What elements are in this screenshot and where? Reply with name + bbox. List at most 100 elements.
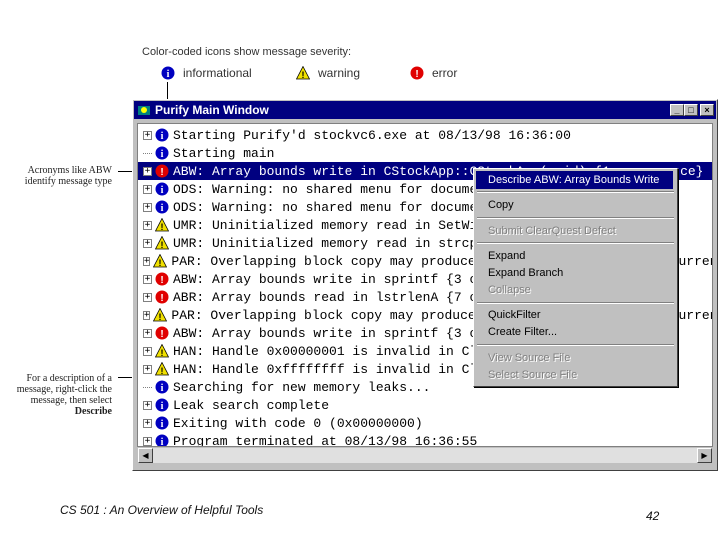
error-icon: ! bbox=[155, 164, 169, 178]
scroll-left-button[interactable]: ◀ bbox=[138, 448, 153, 463]
menu-expand-branch-item[interactable]: Expand Branch bbox=[488, 267, 563, 279]
info-icon: i bbox=[161, 66, 175, 80]
legend-error: ! error bbox=[410, 66, 457, 80]
footer-course-title: CS 501 : An Overview of Helpful Tools bbox=[60, 503, 264, 517]
svg-text:i: i bbox=[161, 203, 164, 214]
message-row[interactable]: i Starting main bbox=[138, 144, 712, 162]
svg-text:!: ! bbox=[160, 293, 163, 304]
expand-toggle[interactable]: + bbox=[143, 220, 152, 230]
message-text: Searching for new memory leaks... bbox=[173, 379, 431, 395]
message-row[interactable]: + i Program terminated at 08/13/98 16:36:5… bbox=[138, 432, 712, 447]
menu-collapse-item: Collapse bbox=[488, 284, 531, 296]
expand-toggle[interactable]: + bbox=[143, 166, 152, 176]
menu-separator bbox=[477, 242, 674, 244]
acronyms-note: Acronyms like ABW identify message type bbox=[0, 165, 112, 187]
expand-toggle[interactable]: + bbox=[143, 238, 152, 248]
svg-text:i: i bbox=[161, 437, 164, 447]
expand-toggle[interactable]: + bbox=[143, 418, 152, 428]
note-line: Describe bbox=[74, 406, 112, 417]
window-title: Purify Main Window bbox=[155, 103, 269, 117]
window-titlebar[interactable]: Purify Main Window _ □ × bbox=[134, 101, 716, 119]
svg-text:!: ! bbox=[160, 275, 163, 286]
error-icon: ! bbox=[410, 66, 424, 80]
scroll-right-button[interactable]: ▶ bbox=[697, 448, 712, 463]
svg-text:!: ! bbox=[415, 69, 418, 80]
svg-text:!: ! bbox=[160, 167, 163, 178]
legend-informational: i informational bbox=[161, 66, 252, 80]
menu-separator bbox=[477, 217, 674, 219]
info-icon: i bbox=[155, 416, 169, 430]
info-icon: i bbox=[155, 398, 169, 412]
expand-toggle[interactable]: + bbox=[143, 256, 151, 266]
note-line: identify message type bbox=[24, 176, 112, 187]
note-line: For a description of a bbox=[26, 373, 112, 384]
note-line: message, right-click the bbox=[16, 384, 112, 395]
info-icon: i bbox=[155, 128, 169, 142]
note-line: message, then select bbox=[30, 395, 112, 406]
menu-expand-item[interactable]: Expand bbox=[488, 250, 525, 262]
tree-connector bbox=[143, 386, 152, 388]
expand-toggle[interactable]: + bbox=[143, 202, 152, 212]
menu-submit-defect-item: Submit ClearQuest Defect bbox=[488, 225, 616, 237]
expand-toggle[interactable]: + bbox=[143, 292, 152, 302]
maximize-button[interactable]: □ bbox=[684, 104, 698, 116]
expand-toggle[interactable]: + bbox=[143, 346, 152, 356]
svg-text:!: ! bbox=[161, 240, 164, 250]
horizontal-scrollbar[interactable]: ◀ ▶ bbox=[137, 447, 713, 464]
describe-note: For a description of a message, right-cl… bbox=[0, 373, 112, 417]
warning-icon: ! bbox=[296, 66, 310, 80]
message-text: Exiting with code 0 (0x00000000) bbox=[173, 415, 423, 431]
legend-label: error bbox=[432, 66, 458, 80]
message-text: Starting main bbox=[173, 145, 275, 161]
svg-text:i: i bbox=[167, 69, 170, 80]
svg-text:i: i bbox=[161, 149, 164, 160]
expand-toggle[interactable]: + bbox=[143, 364, 152, 374]
menu-create-filter-item[interactable]: Create Filter... bbox=[488, 326, 557, 338]
warning-icon: ! bbox=[155, 362, 169, 376]
minimize-button[interactable]: _ bbox=[670, 104, 684, 116]
svg-text:!: ! bbox=[161, 348, 164, 358]
legend-label: informational bbox=[183, 66, 252, 80]
message-row[interactable]: + i Leak search complete bbox=[138, 396, 712, 414]
legend-caption: Color-coded icons show message severity: bbox=[142, 46, 352, 58]
info-icon: i bbox=[155, 182, 169, 196]
warning-icon: ! bbox=[153, 254, 168, 268]
svg-text:!: ! bbox=[159, 258, 162, 268]
expand-toggle[interactable]: + bbox=[143, 328, 152, 338]
svg-text:i: i bbox=[161, 185, 164, 196]
warning-icon: ! bbox=[155, 344, 169, 358]
expand-toggle[interactable]: + bbox=[143, 400, 152, 410]
menu-separator bbox=[477, 302, 674, 304]
menu-copy-item[interactable]: Copy bbox=[488, 199, 514, 211]
svg-text:!: ! bbox=[161, 222, 164, 232]
error-icon: ! bbox=[155, 290, 169, 304]
tree-connector bbox=[143, 152, 152, 154]
message-text: Program terminated at 08/13/98 16:36:55 bbox=[173, 433, 478, 447]
info-icon: i bbox=[155, 380, 169, 394]
svg-text:!: ! bbox=[160, 329, 163, 340]
message-text: Starting Purify'd stockvc6.exe at 08/13/… bbox=[173, 127, 571, 143]
expand-toggle[interactable]: + bbox=[143, 274, 152, 284]
expand-toggle[interactable]: + bbox=[143, 310, 151, 320]
warning-icon: ! bbox=[155, 218, 169, 232]
purify-app-icon bbox=[137, 103, 151, 117]
legend-label: warning bbox=[318, 66, 361, 80]
expand-toggle[interactable]: + bbox=[143, 184, 152, 194]
svg-text:!: ! bbox=[302, 70, 305, 80]
expand-toggle[interactable]: + bbox=[143, 130, 152, 140]
message-row[interactable]: + i Exiting with code 0 (0x00000000) bbox=[138, 414, 712, 432]
note-line: Acronyms like ABW bbox=[27, 165, 112, 176]
svg-text:!: ! bbox=[161, 366, 164, 376]
info-icon: i bbox=[155, 434, 169, 447]
error-icon: ! bbox=[155, 272, 169, 286]
menu-describe-item[interactable]: Describe ABW: Array Bounds Write bbox=[476, 171, 673, 189]
svg-text:i: i bbox=[161, 383, 164, 394]
svg-text:i: i bbox=[161, 419, 164, 430]
svg-text:!: ! bbox=[159, 312, 162, 322]
close-button[interactable]: × bbox=[700, 104, 714, 116]
warning-icon: ! bbox=[155, 236, 169, 250]
menu-quickfilter-item[interactable]: QuickFilter bbox=[488, 309, 541, 321]
message-row[interactable]: + i Starting Purify'd stockvc6.exe at 08/1… bbox=[138, 126, 712, 144]
expand-toggle[interactable]: + bbox=[143, 436, 152, 446]
menu-view-source-item: View Source File bbox=[488, 352, 571, 364]
